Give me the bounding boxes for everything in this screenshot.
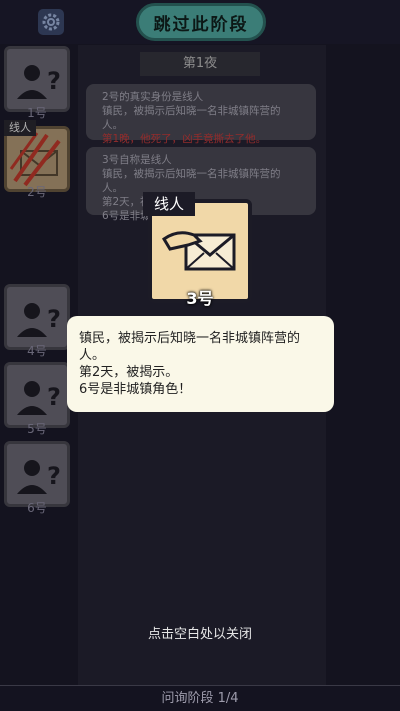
popup-line: 镇民，被揭示后知晓一名非城镇阵营的 bbox=[79, 331, 301, 346]
popup-line: 6号是非城镇角色！ bbox=[79, 382, 192, 397]
popup-line: 第2天，被揭示。 bbox=[79, 365, 179, 380]
role-card-tag: 线人 bbox=[143, 192, 195, 216]
role-card-number: 3号 bbox=[186, 289, 214, 308]
popup-line: 人。 bbox=[79, 348, 106, 363]
close-hint: 点击空白处以关闭 bbox=[147, 627, 252, 642]
phase-footer: 问询阶段 1/4 bbox=[0, 685, 400, 711]
hand-envelope-icon bbox=[162, 231, 236, 271]
role-description-popup: 镇民，被揭示后知晓一名非城镇阵营的 人。 第2天，被揭示。 6号是非城镇角色！ bbox=[67, 316, 334, 412]
